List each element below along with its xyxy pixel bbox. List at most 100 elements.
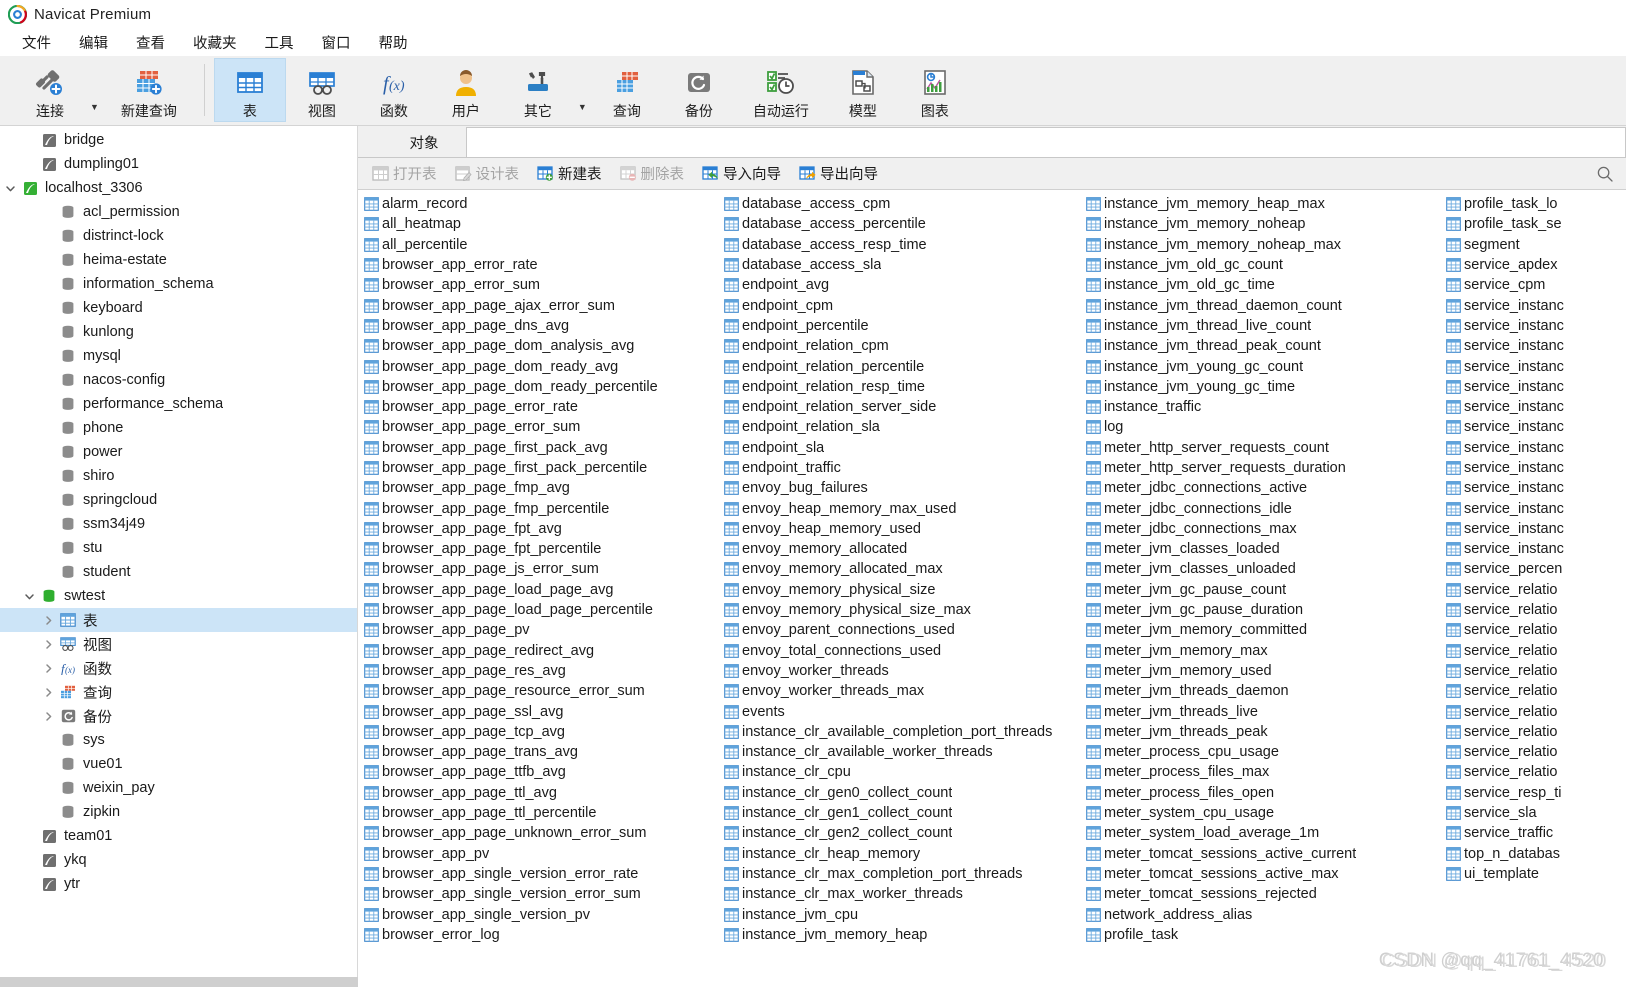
table-list-item[interactable]: meter_process_cpu_usage <box>1080 742 1440 762</box>
table-list-item[interactable]: service_instanc <box>1440 377 1626 397</box>
table-list-item[interactable]: endpoint_relation_percentile <box>718 356 1080 376</box>
connection-tree-sidebar[interactable]: bridge dumpling01 localhost_3306 acl_permis… <box>0 126 358 986</box>
table-list-item[interactable]: browser_app_page_load_page_percentile <box>358 600 718 620</box>
search-icon[interactable] <box>1596 165 1614 183</box>
table-list-item[interactable]: instance_jvm_memory_heap <box>718 925 1080 945</box>
table-list-item[interactable]: instance_jvm_thread_daemon_count <box>1080 295 1440 315</box>
table-list-item[interactable]: network_address_alias <box>1080 904 1440 924</box>
table-list-item[interactable]: service_instanc <box>1440 478 1626 498</box>
tree-node-ykq[interactable]: ykq <box>0 848 357 872</box>
menu-file[interactable]: 文件 <box>8 29 65 56</box>
table-list-item[interactable]: service_relatio <box>1440 620 1626 640</box>
table-list-item[interactable]: profile_task_lo <box>1440 194 1626 214</box>
table-list-item[interactable]: browser_app_error_rate <box>358 255 718 275</box>
table-list-item[interactable]: endpoint_relation_resp_time <box>718 377 1080 397</box>
table-list-item[interactable]: envoy_worker_threads_max <box>718 681 1080 701</box>
table-list-item[interactable]: service_relatio <box>1440 701 1626 721</box>
table-list-item[interactable]: meter_jdbc_connections_max <box>1080 519 1440 539</box>
open-table-button[interactable]: 打开表 <box>364 159 445 188</box>
tree-node-weixin_pay[interactable]: weixin_pay <box>0 776 357 800</box>
table-list-item[interactable]: envoy_parent_connections_used <box>718 620 1080 640</box>
table-list-item[interactable]: instance_clr_available_worker_threads <box>718 742 1080 762</box>
toolbar-other[interactable]: 其它 <box>502 58 574 122</box>
table-list-item[interactable]: envoy_memory_physical_size <box>718 580 1080 600</box>
menu-window[interactable]: 窗口 <box>308 29 365 56</box>
table-list-item[interactable]: meter_jvm_threads_peak <box>1080 722 1440 742</box>
table-list-item[interactable]: meter_system_load_average_1m <box>1080 823 1440 843</box>
table-list-item[interactable]: browser_app_page_ssl_avg <box>358 701 718 721</box>
chevron-right-icon[interactable] <box>38 615 58 626</box>
tab-objects[interactable]: 对象 <box>382 127 466 157</box>
table-list-item[interactable]: top_n_databas <box>1440 844 1626 864</box>
tree-node-函数[interactable]: f (x) 函数 <box>0 656 357 680</box>
table-list-item[interactable]: instance_jvm_memory_noheap_max <box>1080 235 1440 255</box>
table-list-item[interactable]: instance_jvm_memory_noheap <box>1080 214 1440 234</box>
table-list-item[interactable]: browser_app_page_pv <box>358 620 718 640</box>
chevron-right-icon[interactable] <box>38 687 58 698</box>
toolbar-model[interactable]: 模型 <box>827 58 899 122</box>
table-list-item[interactable]: events <box>718 701 1080 721</box>
tree-node-student[interactable]: student <box>0 560 357 584</box>
table-list-item[interactable]: browser_app_page_trans_avg <box>358 742 718 762</box>
table-list-item[interactable]: instance_clr_gen0_collect_count <box>718 783 1080 803</box>
tree-node-team01[interactable]: team01 <box>0 824 357 848</box>
table-list-item[interactable]: log <box>1080 417 1440 437</box>
table-list-item[interactable]: browser_app_page_load_page_avg <box>358 580 718 600</box>
menu-favorites[interactable]: 收藏夹 <box>179 29 251 56</box>
export-wizard-button[interactable]: 导出向导 <box>791 159 886 188</box>
table-list-item[interactable]: service_instanc <box>1440 356 1626 376</box>
toolbar-query[interactable]: 查询 <box>591 58 663 122</box>
table-list-item[interactable]: meter_jvm_memory_max <box>1080 641 1440 661</box>
table-list-item[interactable]: instance_clr_max_worker_threads <box>718 884 1080 904</box>
tree-node-vue01[interactable]: vue01 <box>0 752 357 776</box>
toolbar-new-query[interactable]: 新建查询 <box>103 58 195 122</box>
table-list-item[interactable]: endpoint_traffic <box>718 458 1080 478</box>
tree-node-mysql[interactable]: mysql <box>0 344 357 368</box>
table-list-item[interactable]: instance_jvm_young_gc_count <box>1080 356 1440 376</box>
table-list-item[interactable]: browser_app_page_dns_avg <box>358 316 718 336</box>
table-list-item[interactable]: browser_app_single_version_error_sum <box>358 884 718 904</box>
table-list-item[interactable]: browser_app_page_fmp_avg <box>358 478 718 498</box>
import-wizard-button[interactable]: 导入向导 <box>694 159 789 188</box>
table-list-item[interactable]: browser_app_page_error_rate <box>358 397 718 417</box>
menu-edit[interactable]: 编辑 <box>65 29 122 56</box>
table-list-item[interactable]: endpoint_relation_server_side <box>718 397 1080 417</box>
table-list-item[interactable]: meter_jvm_classes_loaded <box>1080 539 1440 559</box>
table-list-item[interactable]: meter_tomcat_sessions_rejected <box>1080 884 1440 904</box>
tree-node-表[interactable]: 表 <box>0 608 357 632</box>
table-list-item[interactable]: browser_app_page_dom_ready_avg <box>358 356 718 376</box>
table-list-item[interactable]: database_access_cpm <box>718 194 1080 214</box>
table-list-item[interactable]: browser_app_page_res_avg <box>358 661 718 681</box>
table-list-item[interactable]: alarm_record <box>358 194 718 214</box>
table-list-item[interactable]: envoy_total_connections_used <box>718 641 1080 661</box>
table-list-item[interactable]: instance_traffic <box>1080 397 1440 417</box>
table-list-item[interactable]: service_traffic <box>1440 823 1626 843</box>
table-list-item[interactable]: service_sla <box>1440 803 1626 823</box>
table-list-item[interactable]: all_percentile <box>358 235 718 255</box>
table-list-item[interactable]: browser_app_page_tcp_avg <box>358 722 718 742</box>
table-list-item[interactable]: instance_jvm_cpu <box>718 904 1080 924</box>
toolbar-function[interactable]: f (x) 函数 <box>358 58 430 122</box>
table-list-item[interactable]: meter_process_files_max <box>1080 762 1440 782</box>
table-list-item[interactable]: meter_tomcat_sessions_active_max <box>1080 864 1440 884</box>
table-list-item[interactable]: browser_app_page_fpt_avg <box>358 519 718 539</box>
table-list-item[interactable]: instance_clr_cpu <box>718 762 1080 782</box>
table-list-item[interactable]: ui_template <box>1440 864 1626 884</box>
table-list-item[interactable]: database_access_percentile <box>718 214 1080 234</box>
table-list-item[interactable]: browser_app_single_version_error_rate <box>358 864 718 884</box>
table-list-item[interactable]: database_access_resp_time <box>718 235 1080 255</box>
toolbar-backup[interactable]: 备份 <box>663 58 735 122</box>
design-table-button[interactable]: 设计表 <box>447 159 528 188</box>
table-list-item[interactable]: service_relatio <box>1440 762 1626 782</box>
table-list-item[interactable]: instance_clr_available_completion_port_t… <box>718 722 1080 742</box>
table-list-item[interactable]: browser_app_page_ttl_percentile <box>358 803 718 823</box>
table-list-item[interactable]: service_instanc <box>1440 458 1626 478</box>
table-list-item[interactable]: browser_app_pv <box>358 844 718 864</box>
tree-node-kunlong[interactable]: kunlong <box>0 320 357 344</box>
table-list-item[interactable]: service_instanc <box>1440 539 1626 559</box>
table-list-item[interactable]: browser_app_page_js_error_sum <box>358 559 718 579</box>
chevron-down-icon[interactable] <box>0 183 20 194</box>
tree-node-power[interactable]: power <box>0 440 357 464</box>
menu-tools[interactable]: 工具 <box>251 29 308 56</box>
table-list-item[interactable]: browser_app_page_unknown_error_sum <box>358 823 718 843</box>
